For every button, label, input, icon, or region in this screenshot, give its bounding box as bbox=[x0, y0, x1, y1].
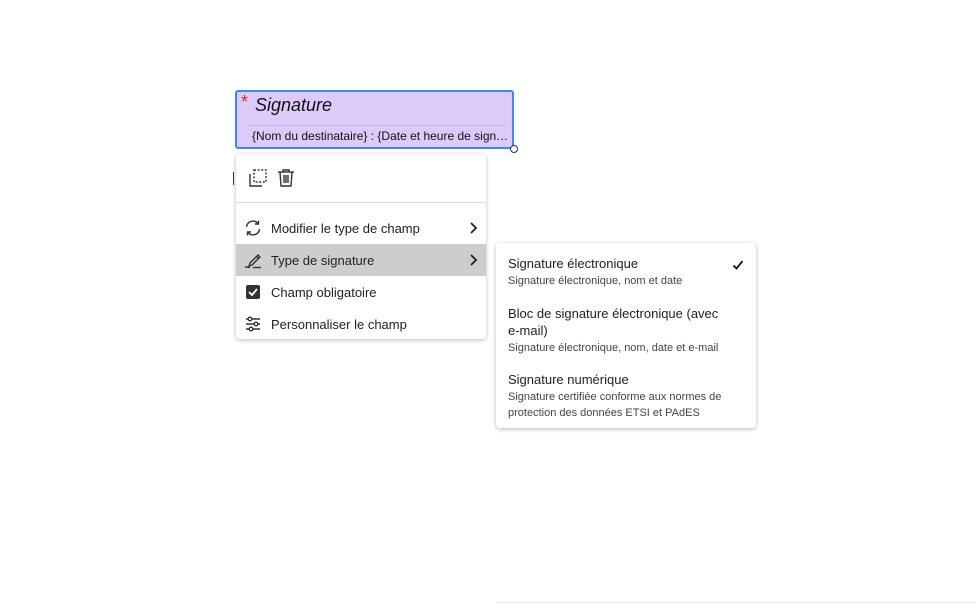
option-title: Bloc de signature électronique (avec e-m… bbox=[508, 306, 719, 338]
signature-field-divider bbox=[249, 125, 506, 126]
chevron-right-icon bbox=[468, 221, 478, 235]
resize-handle[interactable] bbox=[510, 145, 518, 153]
checkbox-checked-icon[interactable] bbox=[244, 283, 262, 301]
option-description: Signature électronique, nom, date et e-m… bbox=[508, 342, 719, 354]
option-digital-signature[interactable]: Signature numérique Signature certifiée … bbox=[496, 371, 756, 421]
text-cursor-marker bbox=[233, 172, 235, 185]
option-electronic-signature[interactable]: Signature électronique Signature électro… bbox=[496, 255, 756, 289]
menu-item-customize-field[interactable]: Personnaliser le champ bbox=[236, 308, 486, 340]
menu-item-label: Type de signature bbox=[271, 252, 375, 268]
signature-field-detail: {Nom du destinataire} : {Date et heure d… bbox=[252, 129, 510, 143]
checkmark-icon bbox=[732, 258, 744, 270]
required-marker: * bbox=[241, 92, 249, 112]
context-toolbar bbox=[236, 154, 486, 202]
option-description: Signature électronique, nom et date bbox=[508, 275, 683, 287]
context-menu-list: Modifier le type de champ Type de signat… bbox=[236, 203, 486, 340]
menu-item-change-field-type[interactable]: Modifier le type de champ bbox=[236, 212, 486, 244]
option-title: Signature électronique bbox=[508, 256, 639, 271]
refresh-icon bbox=[244, 219, 262, 237]
option-electronic-signature-block[interactable]: Bloc de signature électronique (avec e-m… bbox=[496, 305, 756, 356]
page-edge-divider bbox=[497, 602, 975, 603]
signature-field[interactable]: * Signature {Nom du destinataire} : {Dat… bbox=[235, 90, 518, 153]
duplicate-icon[interactable] bbox=[247, 167, 269, 189]
chevron-right-icon bbox=[468, 253, 478, 267]
sliders-icon bbox=[244, 315, 262, 333]
menu-item-label: Personnaliser le champ bbox=[271, 316, 407, 332]
menu-item-signature-type[interactable]: Type de signature bbox=[236, 244, 486, 276]
menu-item-required-field[interactable]: Champ obligatoire bbox=[236, 276, 486, 308]
signature-type-submenu: Signature électronique Signature électro… bbox=[496, 243, 756, 428]
option-description: Signature certifiée conforme aux normes … bbox=[508, 391, 722, 419]
pen-sign-icon bbox=[244, 251, 262, 269]
field-context-menu: Modifier le type de champ Type de signat… bbox=[236, 154, 486, 339]
menu-item-label: Modifier le type de champ bbox=[271, 220, 420, 236]
signature-field-title: Signature bbox=[255, 95, 333, 115]
menu-item-label: Champ obligatoire bbox=[271, 284, 377, 300]
option-title: Signature numérique bbox=[508, 372, 629, 387]
trash-icon[interactable] bbox=[275, 167, 297, 189]
